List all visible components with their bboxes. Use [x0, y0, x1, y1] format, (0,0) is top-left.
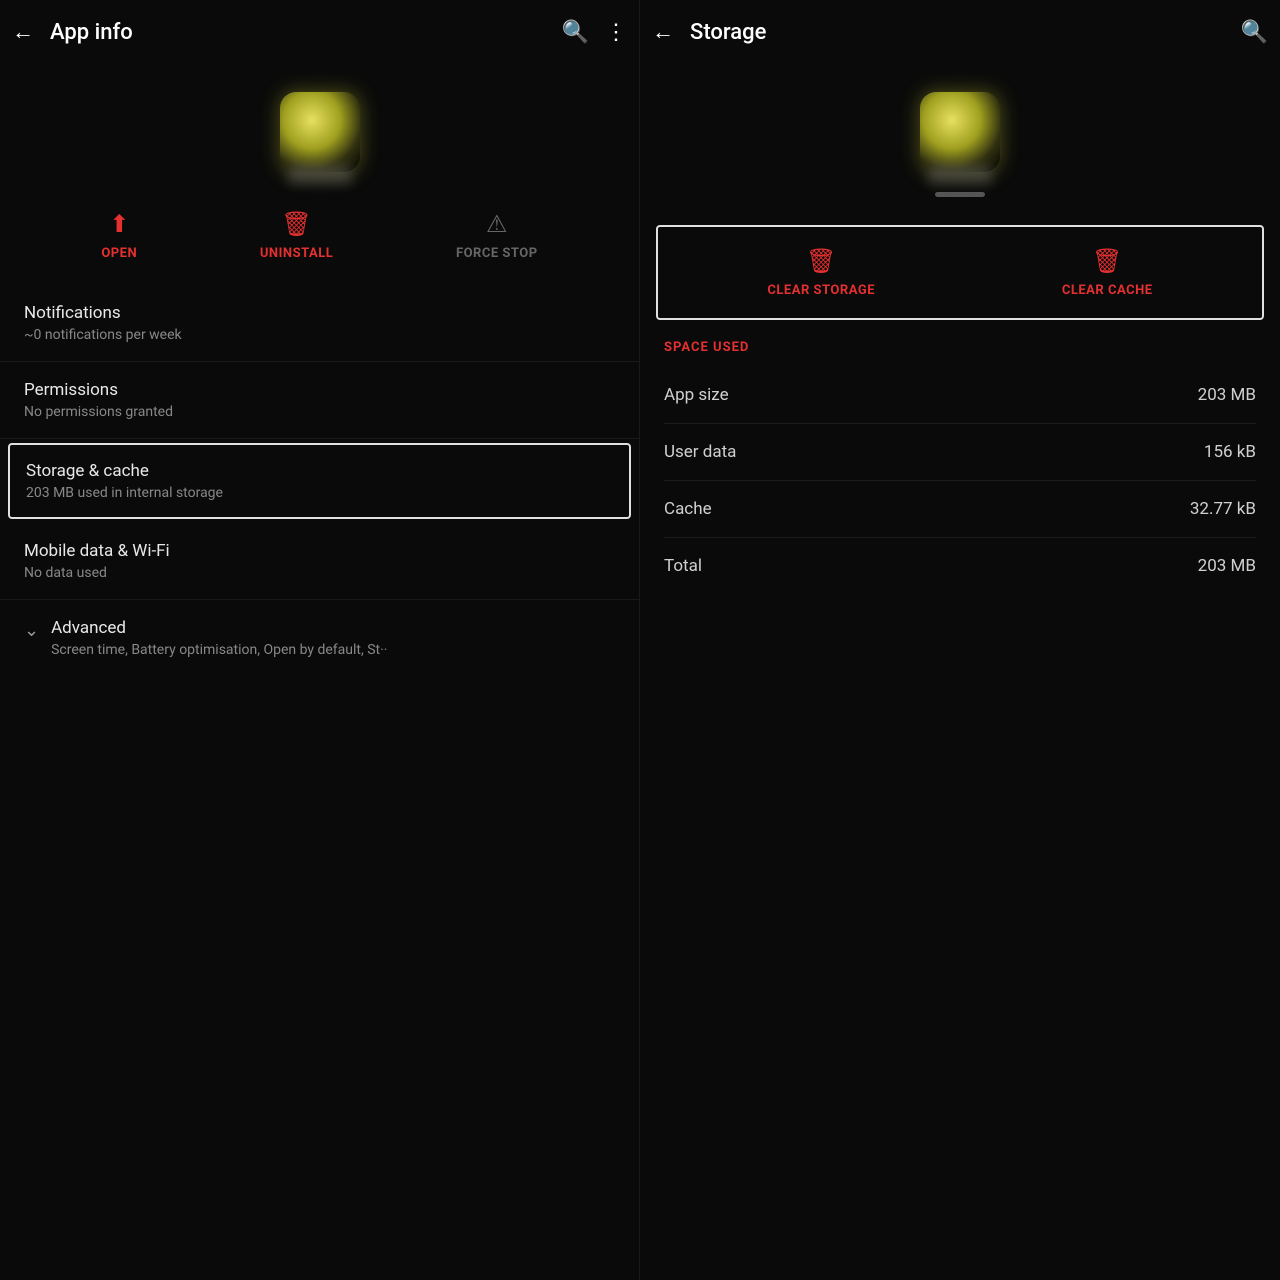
- right-header-icons: 🔍: [1241, 20, 1268, 45]
- right-back-button[interactable]: ←: [652, 19, 674, 45]
- open-icon: ⬆: [109, 210, 129, 238]
- force-stop-icon: ⚠: [486, 210, 508, 238]
- advanced-sub: Screen time, Battery optimisation, Open …: [51, 642, 387, 658]
- mobile-data-title: Mobile data & Wi-Fi: [24, 541, 615, 561]
- cache-label: Cache: [664, 499, 712, 519]
- space-used-section: SPACE USED App size 203 MB User data 156…: [640, 340, 1280, 594]
- right-app-icon-area: [640, 64, 1280, 192]
- right-app-icon: [920, 92, 1000, 172]
- left-header-icons: 🔍 ⋮: [562, 20, 627, 45]
- force-stop-label: FORCE STOP: [456, 246, 538, 261]
- menu-item-permissions[interactable]: Permissions No permissions granted: [0, 362, 639, 439]
- menu-item-storage[interactable]: Storage & cache 203 MB used in internal …: [8, 443, 631, 519]
- permissions-title: Permissions: [24, 380, 615, 400]
- space-row-cache: Cache 32.77 kB: [664, 481, 1256, 538]
- menu-item-advanced[interactable]: ⌄ Advanced Screen time, Battery optimisa…: [0, 600, 639, 676]
- clear-cache-icon: 🗑: [1092, 247, 1122, 275]
- left-panel: ← App info 🔍 ⋮ ⬆ OPEN 🗑 UNINSTALL ⚠ FORC…: [0, 0, 640, 1280]
- advanced-text: Advanced Screen time, Battery optimisati…: [51, 618, 387, 658]
- menu-item-mobile-data[interactable]: Mobile data & Wi-Fi No data used: [0, 523, 639, 600]
- storage-title: Storage & cache: [26, 461, 613, 481]
- clear-cache-label: CLEAR CACHE: [1062, 283, 1153, 298]
- right-panel: ← Storage 🔍 🗑 CLEAR STORAGE 🗑 CLEAR CACH…: [640, 0, 1280, 1280]
- app-size-value: 203 MB: [1198, 385, 1256, 405]
- app-size-label: App size: [664, 385, 729, 405]
- user-data-value: 156 kB: [1204, 442, 1256, 462]
- clear-cache-button[interactable]: 🗑 CLEAR CACHE: [1062, 247, 1153, 298]
- right-page-title: Storage: [690, 20, 1241, 45]
- space-row-user-data: User data 156 kB: [664, 424, 1256, 481]
- space-row-total: Total 203 MB: [664, 538, 1256, 594]
- left-app-icon: [280, 92, 360, 172]
- menu-item-notifications[interactable]: Notifications ~0 notifications per week: [0, 285, 639, 362]
- clear-storage-button[interactable]: 🗑 CLEAR STORAGE: [767, 247, 875, 298]
- total-label: Total: [664, 556, 702, 576]
- clear-storage-label: CLEAR STORAGE: [767, 283, 875, 298]
- left-header: ← App info 🔍 ⋮: [0, 0, 639, 64]
- open-label: OPEN: [101, 246, 137, 261]
- advanced-title: Advanced: [51, 618, 387, 638]
- notifications-sub: ~0 notifications per week: [24, 327, 615, 343]
- right-app-icon-name-blur: [928, 166, 992, 184]
- left-page-title: App info: [50, 20, 562, 45]
- left-app-icon-area: [0, 64, 639, 192]
- left-app-icon-name-blur: [288, 166, 352, 184]
- uninstall-icon: 🗑: [281, 210, 311, 238]
- space-used-title: SPACE USED: [664, 340, 1256, 355]
- clear-storage-icon: 🗑: [806, 247, 836, 275]
- uninstall-label: UNINSTALL: [260, 246, 333, 261]
- space-row-app-size: App size 203 MB: [664, 367, 1256, 424]
- total-value: 203 MB: [1198, 556, 1256, 576]
- divider-bar: [935, 192, 985, 197]
- left-back-button[interactable]: ←: [12, 19, 34, 45]
- right-header: ← Storage 🔍: [640, 0, 1280, 64]
- left-search-icon[interactable]: 🔍: [562, 20, 589, 45]
- clear-buttons-box: 🗑 CLEAR STORAGE 🗑 CLEAR CACHE: [656, 225, 1264, 320]
- left-more-icon[interactable]: ⋮: [605, 20, 627, 45]
- left-actions-row: ⬆ OPEN 🗑 UNINSTALL ⚠ FORCE STOP: [0, 192, 639, 285]
- right-search-icon[interactable]: 🔍: [1241, 20, 1268, 45]
- mobile-data-sub: No data used: [24, 565, 615, 581]
- uninstall-button[interactable]: 🗑 UNINSTALL: [260, 210, 333, 261]
- open-button[interactable]: ⬆ OPEN: [101, 210, 137, 261]
- force-stop-button[interactable]: ⚠ FORCE STOP: [456, 210, 538, 261]
- storage-sub: 203 MB used in internal storage: [26, 485, 613, 501]
- user-data-label: User data: [664, 442, 736, 462]
- permissions-sub: No permissions granted: [24, 404, 615, 420]
- cache-value: 32.77 kB: [1190, 499, 1256, 519]
- left-menu-list: Notifications ~0 notifications per week …: [0, 285, 639, 1280]
- chevron-down-icon: ⌄: [24, 620, 39, 641]
- notifications-title: Notifications: [24, 303, 615, 323]
